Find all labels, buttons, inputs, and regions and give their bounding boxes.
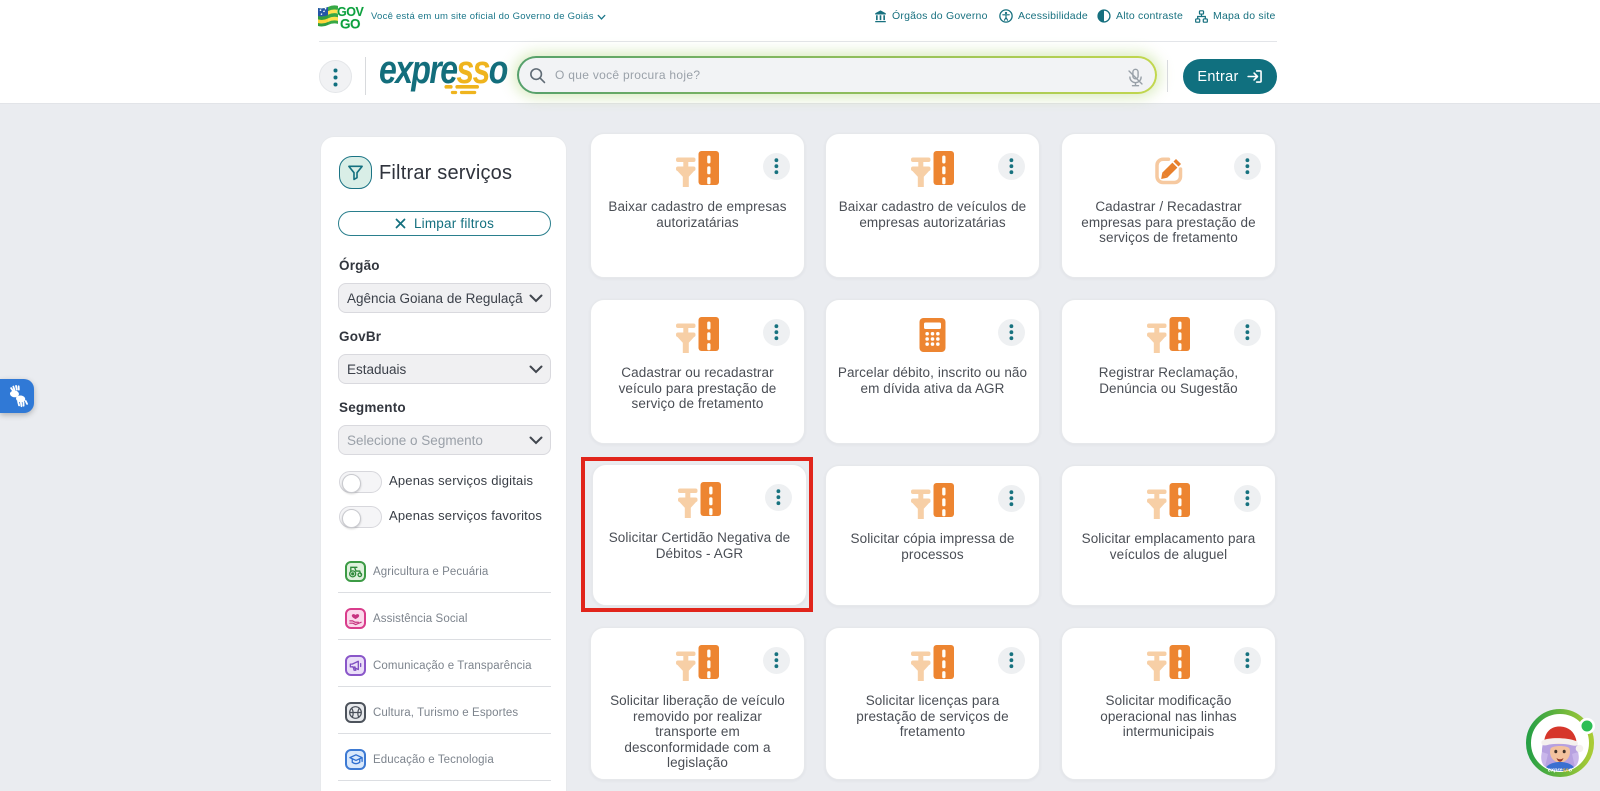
svg-text:expresso: expresso — [1548, 768, 1573, 774]
svg-text:GO: GO — [340, 17, 360, 31]
